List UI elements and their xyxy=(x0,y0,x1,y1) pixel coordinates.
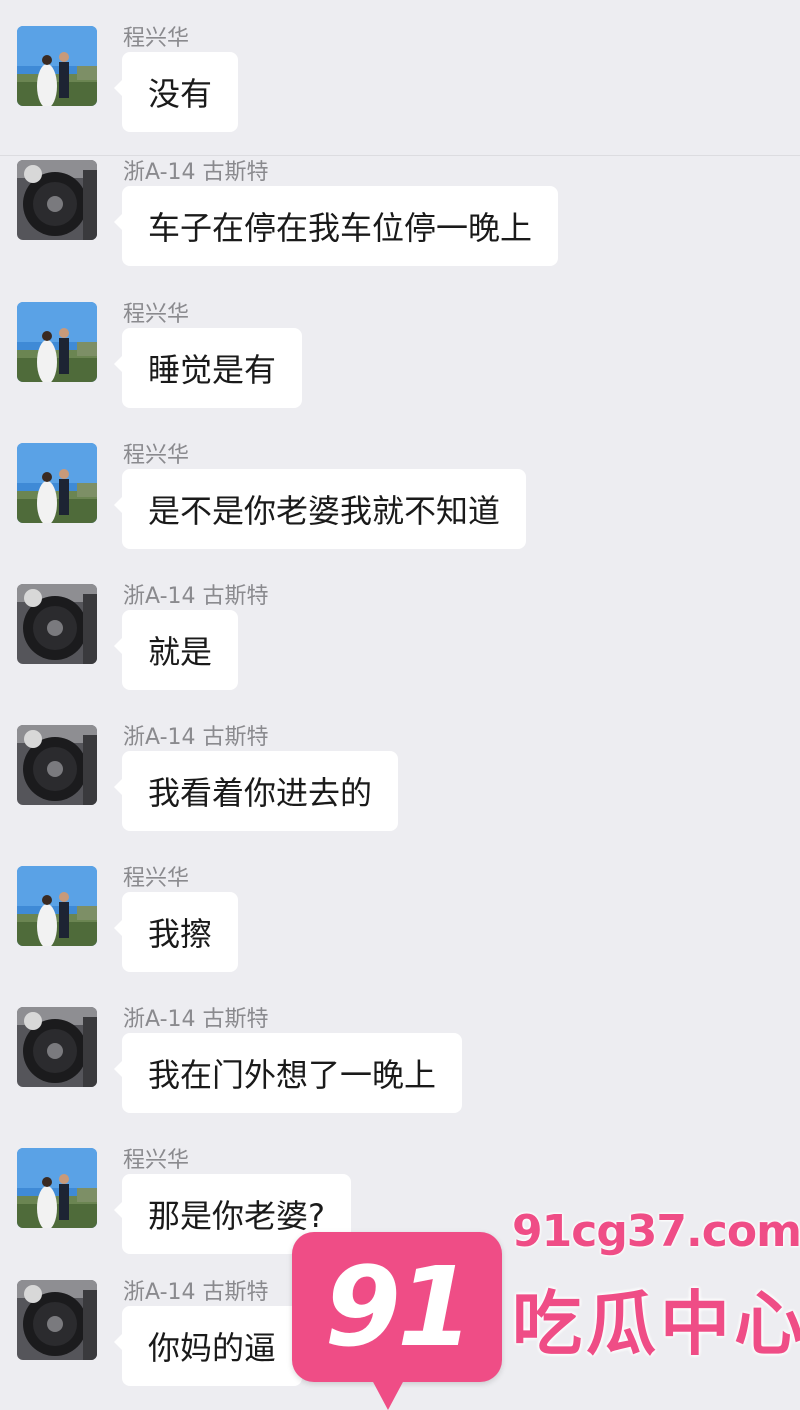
car-wheel-avatar[interactable] xyxy=(17,1280,97,1360)
watermark-text: 吃瓜中心 xyxy=(512,1283,800,1365)
chat-message: 程兴华 我擦 xyxy=(0,852,800,992)
sender-name: 程兴华 xyxy=(123,302,190,327)
couple-photo-avatar[interactable] xyxy=(17,443,97,523)
car-wheel-avatar[interactable] xyxy=(17,584,97,664)
couple-photo-avatar[interactable] xyxy=(17,1148,97,1228)
watermark-logo-badge: 91 xyxy=(292,1232,502,1410)
sender-name: 浙A-14 古斯特 xyxy=(123,1280,269,1305)
sender-name: 浙A-14 古斯特 xyxy=(123,725,269,750)
sender-name: 程兴华 xyxy=(123,26,190,51)
couple-photo-avatar[interactable] xyxy=(17,302,97,382)
message-bubble[interactable]: 是不是你老婆我就不知道 xyxy=(113,469,527,549)
car-wheel-avatar[interactable] xyxy=(17,725,97,805)
sender-name: 浙A-14 古斯特 xyxy=(123,584,269,609)
chat-message: 程兴华 没有 xyxy=(0,12,800,152)
chat-message-list[interactable]: 程兴华 没有 浙A-14 古斯特 车子在停在我车位停一晚上 程兴华 睡觉是有 程… xyxy=(0,0,800,1406)
chat-message: 浙A-14 古斯特 车子在停在我车位停一晚上 xyxy=(0,146,800,286)
watermark-url: 91cg37.com xyxy=(512,1206,800,1257)
message-bubble[interactable]: 我看着你进去的 xyxy=(113,751,399,831)
message-bubble[interactable]: 我在门外想了一晚上 xyxy=(113,1033,463,1113)
chat-message: 浙A-14 古斯特 我看着你进去的 xyxy=(0,711,800,851)
chat-message: 程兴华 是不是你老婆我就不知道 xyxy=(0,429,800,569)
car-wheel-avatar[interactable] xyxy=(17,1007,97,1087)
sender-name: 浙A-14 古斯特 xyxy=(123,1007,269,1032)
message-bubble[interactable]: 睡觉是有 xyxy=(113,328,303,408)
couple-photo-avatar[interactable] xyxy=(17,26,97,106)
chat-message: 程兴华 睡觉是有 xyxy=(0,288,800,428)
sender-name: 浙A-14 古斯特 xyxy=(123,160,269,185)
message-bubble[interactable]: 没有 xyxy=(113,52,239,132)
chat-message: 浙A-14 古斯特 我在门外想了一晚上 xyxy=(0,993,800,1133)
sender-name: 程兴华 xyxy=(123,866,190,891)
chat-message: 浙A-14 古斯特 就是 xyxy=(0,570,800,710)
sender-name: 程兴华 xyxy=(123,1148,190,1173)
message-bubble[interactable]: 就是 xyxy=(113,610,239,690)
couple-photo-avatar[interactable] xyxy=(17,866,97,946)
watermark-number: 91 xyxy=(324,1243,473,1371)
message-bubble[interactable]: 我擦 xyxy=(113,892,239,972)
message-bubble[interactable]: 车子在停在我车位停一晚上 xyxy=(113,186,559,266)
message-bubble[interactable]: 你妈的逼 xyxy=(113,1306,303,1386)
car-wheel-avatar[interactable] xyxy=(17,160,97,240)
sender-name: 程兴华 xyxy=(123,443,190,468)
